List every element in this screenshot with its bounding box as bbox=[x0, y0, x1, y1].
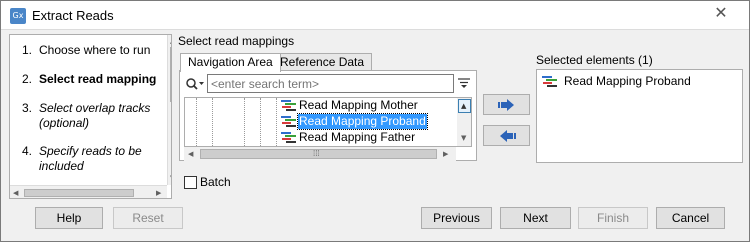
step-2-label: Select read mapping bbox=[39, 72, 157, 86]
finish-button[interactable]: Finish bbox=[578, 207, 648, 229]
tree-guide-line bbox=[244, 98, 245, 146]
steps-horizontal-scrollbar[interactable]: ◀ ▶ bbox=[10, 185, 167, 198]
scroll-left-icon[interactable]: ◀ bbox=[188, 149, 193, 159]
arrow-left-icon bbox=[500, 130, 516, 142]
step-3-label: Select overlap tracks (optional) bbox=[39, 101, 151, 130]
step-1-label: Choose where to run bbox=[39, 43, 151, 57]
arrow-right-icon bbox=[498, 99, 514, 111]
select-read-mappings-heading: Select read mappings bbox=[178, 34, 295, 48]
next-button[interactable]: Next bbox=[500, 207, 571, 229]
extract-reads-dialog: Gx Extract Reads ✕ 1. Choose where to ru… bbox=[0, 0, 750, 242]
step-4-label: Specify reads to be included bbox=[39, 144, 142, 173]
wizard-steps-panel: 1. Choose where to run 2. Select read ma… bbox=[9, 34, 172, 199]
tree-guide-line bbox=[196, 98, 197, 146]
tree-vertical-scrollbar[interactable]: ▲ ▼ bbox=[457, 98, 471, 146]
read-mapping-icon bbox=[281, 132, 296, 143]
selected-elements-list[interactable]: Read Mapping Proband bbox=[536, 69, 743, 163]
scroll-grip-icon: ⁞⁞⁞ bbox=[313, 149, 320, 158]
selected-item-label: Read Mapping Proband bbox=[564, 74, 691, 88]
steps-horizontal-thumb[interactable] bbox=[24, 189, 134, 197]
read-mapping-icon bbox=[542, 76, 557, 87]
add-to-selected-button[interactable] bbox=[483, 94, 530, 115]
reset-button[interactable]: Reset bbox=[113, 207, 183, 229]
app-icon: Gx bbox=[10, 8, 26, 24]
tree-guide-line bbox=[276, 98, 277, 146]
title-bar: Gx Extract Reads ✕ bbox=[1, 1, 749, 30]
search-input[interactable] bbox=[207, 74, 454, 93]
help-button[interactable]: Help bbox=[35, 207, 103, 229]
tree-item-label: Read Mapping Mother bbox=[299, 98, 418, 112]
scroll-right-icon[interactable]: ▶ bbox=[443, 149, 448, 159]
tree-item-label: Read Mapping Proband bbox=[297, 113, 428, 130]
batch-label: Batch bbox=[200, 175, 231, 189]
navigation-tree: Read Mapping Mother Read Mapping Proband… bbox=[184, 97, 472, 147]
tree-horizontal-scrollbar[interactable]: ◀ ⁞⁞⁞ ▶ bbox=[184, 147, 456, 161]
scroll-up-button[interactable]: ▲ bbox=[458, 99, 471, 113]
selected-elements-heading: Selected elements (1) bbox=[536, 53, 653, 67]
tab-reference-data[interactable]: Reference Data bbox=[272, 53, 373, 71]
search-icon[interactable] bbox=[185, 77, 205, 91]
filter-icon[interactable] bbox=[457, 76, 471, 90]
cancel-button[interactable]: Cancel bbox=[656, 207, 725, 229]
read-mapping-icon bbox=[281, 116, 296, 127]
scroll-down-icon[interactable]: ▼ bbox=[170, 173, 171, 183]
batch-checkbox[interactable] bbox=[184, 176, 197, 189]
steps-vertical-scrollbar[interactable]: ▲ ▼ bbox=[167, 35, 171, 185]
tree-guide-line bbox=[212, 98, 213, 146]
previous-button[interactable]: Previous bbox=[421, 207, 492, 229]
scroll-right-icon[interactable]: ▶ bbox=[156, 188, 161, 198]
steps-vertical-thumb[interactable] bbox=[170, 47, 171, 102]
tab-navigation-area[interactable]: Navigation Area bbox=[180, 53, 281, 72]
scroll-left-icon[interactable]: ◀ bbox=[13, 188, 18, 198]
read-mapping-icon bbox=[281, 100, 296, 111]
scroll-down-icon[interactable]: ▼ bbox=[461, 133, 466, 143]
tree-guide-line bbox=[260, 98, 261, 146]
remove-from-selected-button[interactable] bbox=[483, 125, 530, 146]
scroll-up-icon: ▲ bbox=[461, 102, 467, 110]
window-title: Extract Reads bbox=[32, 8, 114, 23]
tree-item-label: Read Mapping Father bbox=[299, 130, 416, 144]
close-button[interactable]: ✕ bbox=[698, 4, 744, 24]
scroll-up-icon[interactable]: ▲ bbox=[170, 36, 171, 46]
tree-horizontal-thumb[interactable]: ⁞⁞⁞ bbox=[200, 149, 437, 159]
